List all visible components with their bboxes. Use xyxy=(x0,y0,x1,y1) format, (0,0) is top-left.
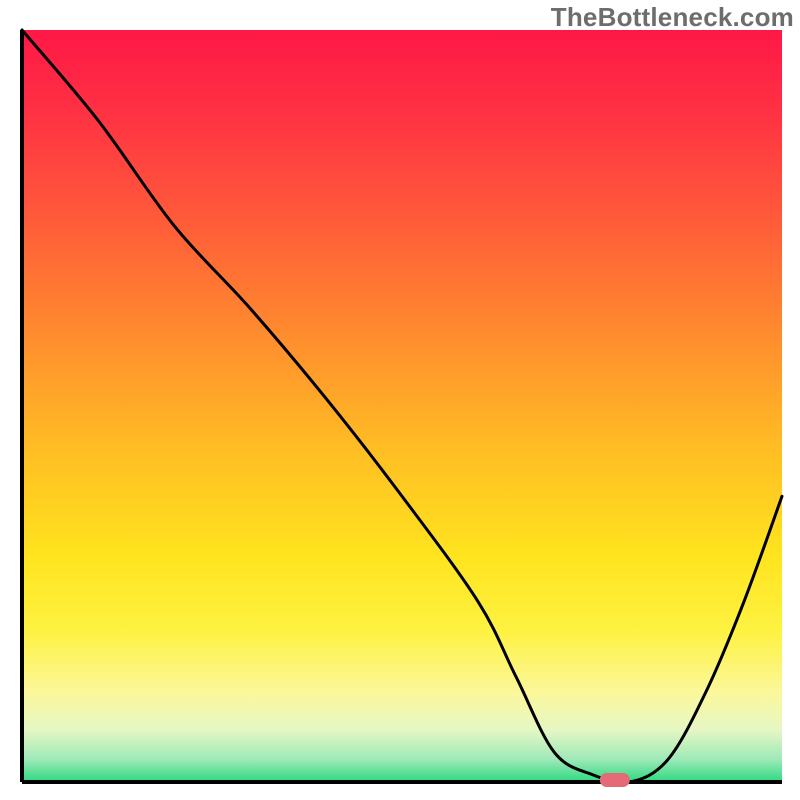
plot-background xyxy=(22,30,782,782)
watermark-text: TheBottleneck.com xyxy=(551,2,794,33)
chart-container: TheBottleneck.com xyxy=(0,0,800,800)
bottleneck-chart xyxy=(0,0,800,800)
optimum-marker xyxy=(600,773,630,787)
